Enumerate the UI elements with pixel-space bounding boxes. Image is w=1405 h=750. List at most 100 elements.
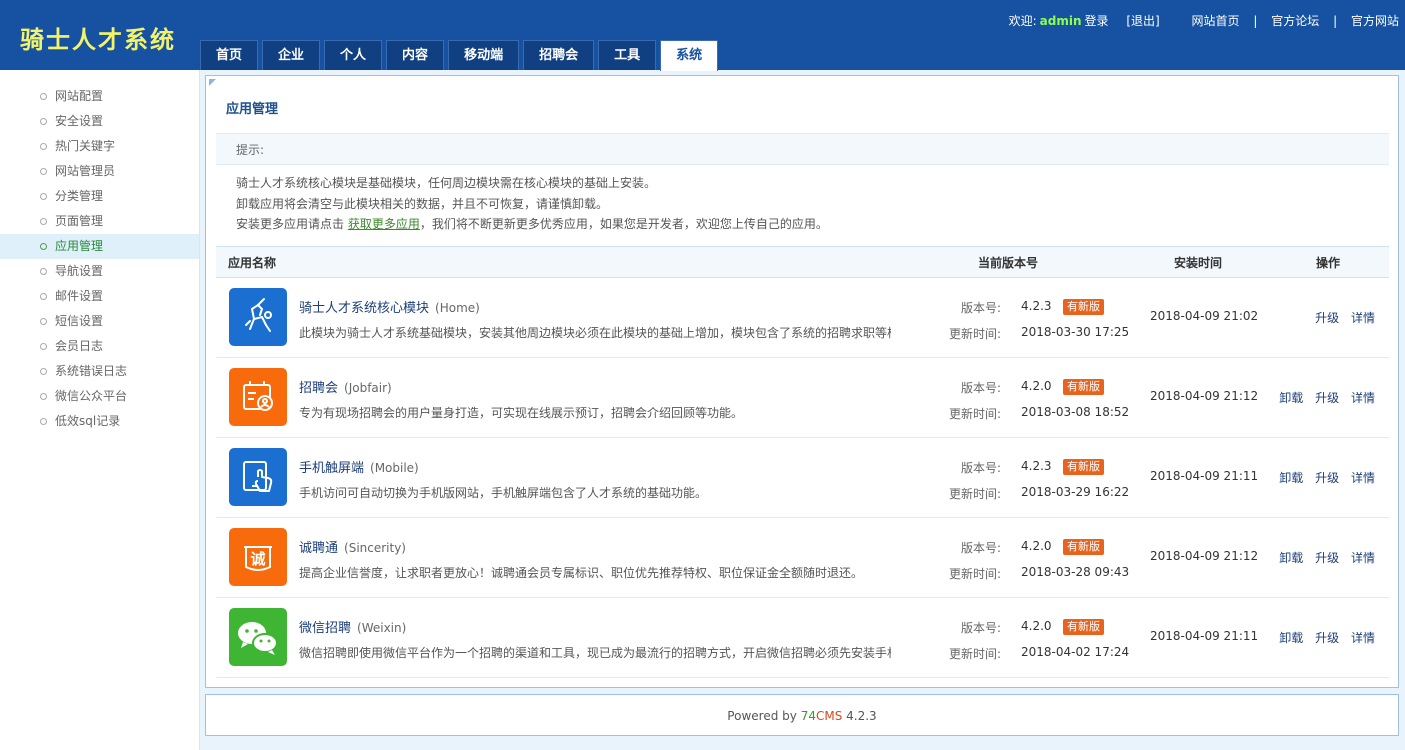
tab-jobfair[interactable]: 招聘会: [523, 40, 595, 70]
sidebar-item-slow-sql[interactable]: 低效sql记录: [0, 409, 199, 434]
sidebar-item-label: 系统错误日志: [55, 364, 128, 378]
sidebar-item-label: 安全设置: [55, 114, 104, 128]
sidebar-item-label: 热门关键字: [55, 139, 116, 153]
detail-button[interactable]: 详情: [1351, 551, 1375, 565]
table-header: 应用名称 当前版本号 安装时间 操作: [216, 246, 1389, 278]
update-time-label: 更新时间:: [949, 567, 1002, 581]
row-actions: 卸载 升级 详情: [1267, 469, 1375, 486]
app-code: (Jobfair): [344, 381, 392, 395]
table-row: 诚 诚聘通 (Sincerity) 提高企业信誉度，让求职者更放心！诚聘通会员专属…: [216, 518, 1389, 598]
column-header-name: 应用名称: [228, 256, 277, 270]
tab-personal[interactable]: 个人: [324, 40, 383, 70]
new-version-badge[interactable]: 有新版: [1063, 379, 1104, 395]
forum-link[interactable]: 官方论坛: [1271, 12, 1319, 29]
upgrade-button[interactable]: 升级: [1315, 391, 1339, 405]
bullet-icon: [40, 193, 47, 200]
install-time: 2018-04-09 21:12: [1150, 389, 1259, 403]
app-code: (Sincerity): [344, 541, 406, 555]
app-code: (Mobile): [370, 461, 419, 475]
detail-button[interactable]: 详情: [1351, 391, 1375, 405]
row-actions: 升级 详情: [1303, 309, 1375, 326]
sidebar-item-label: 微信公众平台: [55, 389, 128, 403]
version-value: 4.2.0: [1021, 619, 1052, 633]
sidebar-item-admins[interactable]: 网站管理员: [0, 159, 199, 184]
upgrade-button[interactable]: 升级: [1315, 551, 1339, 565]
official-site-link[interactable]: 官方网站: [1351, 12, 1399, 29]
app-name-link[interactable]: 骑士人才系统核心模块 (Home): [299, 297, 480, 316]
more-apps-link[interactable]: 获取更多应用: [348, 217, 420, 231]
new-version-badge[interactable]: 有新版: [1063, 459, 1104, 475]
sidebar-item-sms[interactable]: 短信设置: [0, 309, 199, 334]
detail-button[interactable]: 详情: [1351, 471, 1375, 485]
logout-link[interactable]: [退出]: [1126, 12, 1159, 29]
tab-tools[interactable]: 工具: [598, 40, 657, 70]
sidebar-item-member-log[interactable]: 会员日志: [0, 334, 199, 359]
upgrade-button[interactable]: 升级: [1315, 471, 1339, 485]
main-panel: 应用管理 提示: 骑士人才系统核心模块是基础模块，任何周边模块需在核心模块的基础…: [205, 75, 1399, 688]
app-name: 骑士人才系统核心模块: [299, 301, 430, 316]
update-time-value: 2018-03-28 09:43: [1021, 565, 1130, 579]
sidebar-item-categories[interactable]: 分类管理: [0, 184, 199, 209]
detail-button[interactable]: 详情: [1351, 311, 1375, 325]
table-row: 骑士人才系统核心模块 (Home) 此模块为骑士人才系统基础模块，安装其他周边模块…: [216, 278, 1389, 358]
sidebar-item-mail[interactable]: 邮件设置: [0, 284, 199, 309]
update-time-label: 更新时间:: [949, 647, 1002, 661]
uninstall-button[interactable]: 卸载: [1279, 391, 1303, 405]
app-name-link[interactable]: 诚聘通 (Sincerity): [299, 537, 406, 556]
bullet-icon: [40, 418, 47, 425]
column-header-version: 当前版本号: [978, 256, 1039, 270]
brand-number[interactable]: 74: [801, 709, 816, 723]
app-name: 手机触屏端: [299, 461, 365, 476]
page-title: 应用管理: [226, 102, 279, 117]
tab-mobile[interactable]: 移动端: [448, 40, 520, 70]
tip-text: ，我们将不断更新更多优秀应用，如果您是开发者，欢迎您上传自己的应用。: [419, 217, 828, 231]
install-time: 2018-04-09 21:12: [1150, 549, 1259, 563]
top-links: 欢迎: admin 登录 [退出] 网站首页 | 官方论坛 | 官方网站: [1009, 12, 1399, 29]
uninstall-button[interactable]: 卸载: [1279, 551, 1303, 565]
install-time: 2018-04-09 21:11: [1150, 629, 1259, 643]
new-version-badge[interactable]: 有新版: [1063, 619, 1104, 635]
tip-text: 安装更多应用请点击: [236, 217, 348, 231]
tab-system[interactable]: 系统: [660, 40, 719, 71]
sidebar-item-label: 邮件设置: [55, 289, 104, 303]
tab-home[interactable]: 首页: [200, 40, 259, 70]
column-header-ops: 操作: [1316, 256, 1341, 270]
new-version-badge[interactable]: 有新版: [1063, 299, 1104, 315]
sidebar-item-navigation[interactable]: 导航设置: [0, 259, 199, 284]
row-actions: 卸载 升级 详情: [1267, 629, 1375, 646]
logo[interactable]: 骑士人才系统: [20, 20, 176, 55]
bullet-icon: [40, 218, 47, 225]
upgrade-button[interactable]: 升级: [1315, 311, 1339, 325]
new-version-badge[interactable]: 有新版: [1063, 539, 1104, 555]
sidebar-item-site-config[interactable]: 网站配置: [0, 84, 199, 109]
update-time-value: 2018-03-30 17:25: [1021, 325, 1130, 339]
sidebar-item-label: 应用管理: [55, 239, 104, 253]
uninstall-button[interactable]: 卸载: [1279, 471, 1303, 485]
tab-content[interactable]: 内容: [386, 40, 445, 70]
footer: Powered by 74CMS 4.2.3: [205, 694, 1399, 736]
tab-company[interactable]: 企业: [262, 40, 321, 70]
app-description: 手机访问可自动切换为手机版网站，手机触屏端包含了人才系统的基础功能。: [299, 486, 708, 500]
site-home-link[interactable]: 网站首页: [1192, 12, 1240, 29]
sidebar-item-apps[interactable]: 应用管理: [0, 234, 199, 259]
sidebar-item-security[interactable]: 安全设置: [0, 109, 199, 134]
brand-name[interactable]: CMS: [816, 709, 842, 723]
powered-by-text: Powered by: [727, 709, 797, 723]
sidebar-item-pages[interactable]: 页面管理: [0, 209, 199, 234]
app-name-link[interactable]: 微信招聘 (Weixin): [299, 617, 406, 636]
sidebar-item-hot-keywords[interactable]: 热门关键字: [0, 134, 199, 159]
app-name-link[interactable]: 招聘会 (Jobfair): [299, 377, 392, 396]
version-label: 版本号:: [961, 621, 1002, 635]
install-time: 2018-04-09 21:11: [1150, 469, 1259, 483]
sidebar-item-wechat[interactable]: 微信公众平台: [0, 384, 199, 409]
bullet-icon: [40, 318, 47, 325]
tips-block: 骑士人才系统核心模块是基础模块，任何周边模块需在核心模块的基础上安装。 卸载应用…: [236, 173, 828, 235]
top-header: 骑士人才系统 欢迎: admin 登录 [退出] 网站首页 | 官方论坛 | 官方网…: [0, 0, 1405, 71]
app-description: 此模块为骑士人才系统基础模块，安装其他周边模块必须在此模块的基础上增加，模块包含…: [299, 326, 891, 340]
upgrade-button[interactable]: 升级: [1315, 631, 1339, 645]
uninstall-button[interactable]: 卸载: [1279, 631, 1303, 645]
sidebar-item-error-log[interactable]: 系统错误日志: [0, 359, 199, 384]
login-link[interactable]: 登录: [1085, 12, 1109, 29]
detail-button[interactable]: 详情: [1351, 631, 1375, 645]
app-name-link[interactable]: 手机触屏端 (Mobile): [299, 457, 419, 476]
